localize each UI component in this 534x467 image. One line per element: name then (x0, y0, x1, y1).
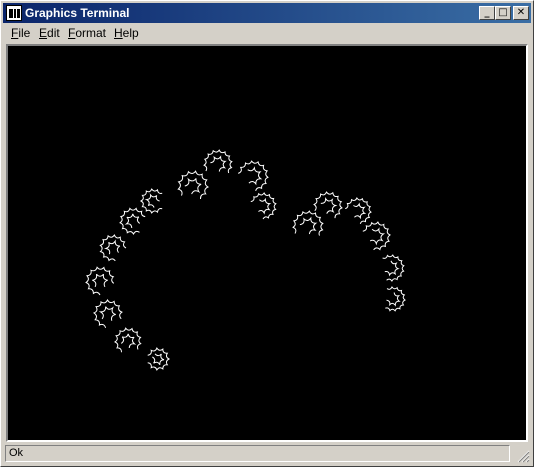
title-bar[interactable]: Graphics Terminal _ □ ✕ (3, 3, 531, 23)
menu-help[interactable]: Help (114, 26, 139, 41)
app-icon[interactable] (6, 5, 22, 21)
menu-format[interactable]: Format (68, 26, 106, 41)
minimize-button[interactable]: _ (479, 6, 495, 20)
fractal-curve (85, 149, 406, 372)
fractal-drawing (85, 149, 406, 372)
graphics-canvas[interactable] (6, 44, 528, 442)
window-title: Graphics Terminal (25, 6, 130, 20)
menu-file[interactable]: File (11, 26, 30, 41)
maximize-button[interactable]: □ (495, 6, 511, 20)
graphics-terminal-window: Graphics Terminal _ □ ✕ File Edit Format… (0, 0, 534, 467)
status-bar: Ok (3, 444, 531, 464)
resize-grip-icon[interactable] (516, 449, 530, 463)
close-button[interactable]: ✕ (513, 6, 529, 20)
menu-edit[interactable]: Edit (39, 26, 60, 41)
status-text: Ok (5, 445, 510, 462)
menu-bar: File Edit Format Help (3, 24, 531, 43)
